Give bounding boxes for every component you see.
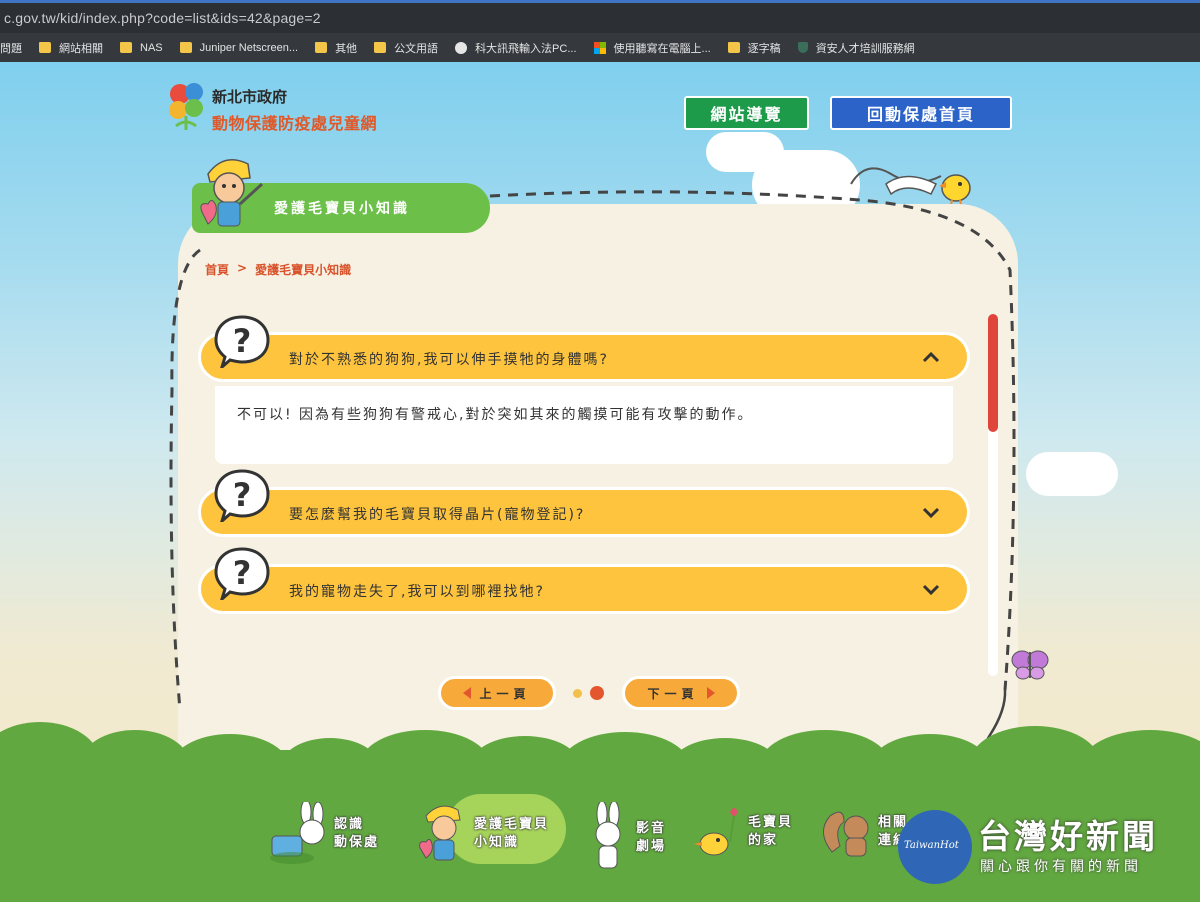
question-mark-icon: ? bbox=[214, 469, 270, 522]
footer-nav-label: 劇場 bbox=[636, 839, 667, 854]
folder-icon bbox=[374, 42, 387, 53]
folder-icon bbox=[727, 42, 740, 53]
bookmarks-bar: 問題 網站相關 NAS Juniper Netscreen... 其他 公文用語… bbox=[0, 33, 1200, 62]
bookmark-item[interactable]: 網站相關 bbox=[39, 40, 103, 56]
globe-icon bbox=[455, 41, 468, 54]
kid-mascot-icon bbox=[200, 159, 264, 227]
faq-question-text: 要怎麼幫我的毛寶貝取得晶片(寵物登記)? bbox=[289, 507, 586, 523]
squirrel-icon bbox=[823, 811, 869, 857]
section-title: 愛護毛寶貝小知識 bbox=[274, 201, 410, 217]
news-watermark: TaiwanHot 台灣好新聞 關心跟你有關的新聞 bbox=[898, 810, 1198, 900]
prev-page-button[interactable]: 上一頁 bbox=[438, 676, 556, 710]
question-mark-icon: ? bbox=[214, 315, 270, 368]
page-viewport: 新北市政府 動物保護防疫處兒童網 網站導覽 回動保處首頁 愛護毛寶貝小知識 首頁… bbox=[0, 62, 1200, 902]
faq-answer-panel: 不可以! 因為有些狗狗有警戒心,對於突如其來的觸摸可能有攻擊的動作。 bbox=[215, 386, 953, 464]
faq-question-bar[interactable]: 要怎麼幫我的毛寶貝取得晶片(寵物登記)? bbox=[198, 487, 970, 537]
svg-text:?: ? bbox=[233, 322, 252, 360]
bookmark-item[interactable]: 使用聽寫在電腦上... bbox=[593, 40, 711, 56]
breadcrumb: 首頁 > 愛護毛寶貝小知識 bbox=[205, 261, 351, 278]
svg-text:?: ? bbox=[233, 554, 252, 592]
svg-text:?: ? bbox=[233, 476, 252, 514]
footer-nav-label: 小知識 bbox=[474, 835, 520, 850]
breadcrumb-home-link[interactable]: 首頁 bbox=[205, 261, 229, 278]
bookmark-item[interactable]: 逐字稿 bbox=[727, 40, 781, 56]
chevron-down-icon[interactable] bbox=[921, 579, 941, 599]
breadcrumb-current: 愛護毛寶貝小知識 bbox=[255, 263, 352, 277]
folder-icon bbox=[315, 42, 328, 53]
bookmark-item[interactable]: 問題 bbox=[0, 40, 22, 56]
next-page-button[interactable]: 下一頁 bbox=[622, 676, 740, 710]
chevron-down-icon[interactable] bbox=[921, 502, 941, 522]
faq-question-bar[interactable]: 我的寵物走失了,我可以到哪裡找牠? bbox=[198, 564, 970, 614]
windows-icon bbox=[593, 41, 606, 54]
question-mark-icon: ? bbox=[214, 547, 270, 600]
logo-mark-icon bbox=[169, 83, 203, 130]
faq-answer-text: 不可以! 因為有些狗狗有警戒心,對於突如其來的觸摸可能有攻擊的動作。 bbox=[237, 407, 754, 423]
scrollbar-thumb[interactable] bbox=[988, 314, 998, 432]
footer-nav-home[interactable]: 毛寶貝 的家 bbox=[690, 802, 793, 862]
faq-scrollbar[interactable] bbox=[988, 314, 998, 676]
footer-nav-label: 動保處 bbox=[334, 835, 380, 850]
bird-flower-icon bbox=[694, 808, 738, 856]
cloud-decoration bbox=[1026, 452, 1118, 496]
chevron-up-icon[interactable] bbox=[921, 347, 941, 367]
shield-icon bbox=[797, 42, 808, 53]
address-bar[interactable]: c.gov.tw/kid/index.php?code=list&ids=42&… bbox=[0, 0, 1200, 33]
bunny-icon bbox=[595, 802, 621, 869]
watermark-title: 台灣好新聞 bbox=[978, 817, 1158, 856]
footer-nav-label: 愛護毛寶貝 bbox=[474, 817, 550, 832]
bookmark-item[interactable]: 其他 bbox=[315, 40, 357, 56]
url-text[interactable]: c.gov.tw/kid/index.php?code=list&ids=42&… bbox=[4, 10, 321, 26]
folder-icon bbox=[179, 42, 192, 53]
bookmark-item[interactable]: 公文用語 bbox=[374, 40, 438, 56]
watermark-subtitle: 關心跟你有關的新聞 bbox=[980, 859, 1142, 875]
rabbit-icon bbox=[270, 802, 325, 864]
folder-icon bbox=[39, 42, 51, 53]
taiwanhot-logo: TaiwanHot bbox=[898, 810, 972, 884]
footer-nav-knowledge[interactable]: 愛護毛寶貝 小知識 bbox=[418, 794, 566, 866]
faq-question-text: 我的寵物走失了,我可以到哪裡找牠? bbox=[289, 584, 545, 600]
butterfly-icon bbox=[1011, 650, 1049, 680]
breadcrumb-separator: > bbox=[237, 261, 248, 275]
footer-nav-theater[interactable]: 影音 劇場 bbox=[590, 802, 666, 874]
site-logo[interactable]: 新北市政府 動物保護防疫處兒童網 bbox=[166, 80, 406, 140]
logo-title: 新北市政府 bbox=[212, 88, 288, 106]
faq-question-text: 對於不熟悉的狗狗,我可以伸手摸牠的身體嗎? bbox=[289, 352, 609, 368]
bookmark-item[interactable]: NAS bbox=[120, 42, 163, 54]
folder-icon bbox=[120, 42, 132, 53]
bookmark-item[interactable]: 資安人才培訓服務網 bbox=[797, 40, 915, 56]
page-dot-1[interactable] bbox=[573, 689, 582, 698]
logo-subtitle: 動物保護防疫處兒童網 bbox=[212, 114, 378, 133]
bookmark-item[interactable]: Juniper Netscreen... bbox=[179, 42, 298, 54]
kid-heart-icon bbox=[419, 805, 461, 861]
footer-nav-links[interactable]: 相關 連結 bbox=[820, 802, 908, 862]
footer-nav-label: 毛寶貝 bbox=[748, 815, 794, 830]
faq-question-bar[interactable]: 對於不熟悉的狗狗,我可以伸手摸牠的身體嗎? bbox=[198, 332, 970, 382]
footer-nav-label: 的家 bbox=[748, 833, 779, 848]
footer-nav-label: 影音 bbox=[636, 821, 667, 836]
site-guide-button[interactable]: 網站導覽 bbox=[684, 96, 809, 130]
back-home-button[interactable]: 回動保處首頁 bbox=[830, 96, 1012, 130]
arrow-right-icon bbox=[706, 687, 715, 699]
bookmark-item[interactable]: 科大訊飛輸入法PC... bbox=[455, 40, 577, 56]
footer-nav-label: 認識 bbox=[334, 817, 365, 832]
footer-nav-about[interactable]: 認識 動保處 bbox=[262, 802, 379, 866]
page-dot-2-active[interactable] bbox=[590, 686, 604, 700]
arrow-left-icon bbox=[463, 687, 472, 699]
